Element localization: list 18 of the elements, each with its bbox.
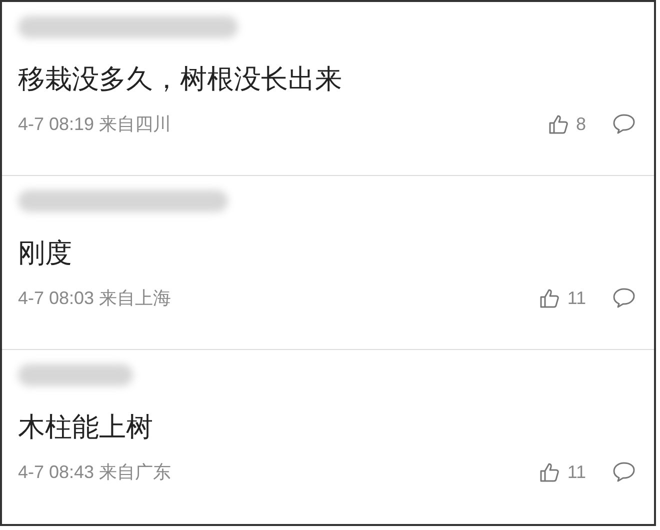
comment-location: 来自上海 bbox=[99, 287, 172, 310]
comment-time: 4-7 08:43 bbox=[18, 462, 94, 482]
comment-time: 4-7 08:03 bbox=[18, 288, 94, 308]
speech-bubble-icon[interactable] bbox=[612, 287, 636, 309]
like-count: 11 bbox=[567, 288, 586, 308]
thumbs-up-icon[interactable] bbox=[539, 461, 562, 483]
comment-text: 木柱能上树 bbox=[18, 411, 154, 444]
thumbs-up-icon[interactable] bbox=[548, 113, 570, 135]
comment-text: 刚度 bbox=[18, 237, 73, 270]
thumbs-up-icon[interactable] bbox=[539, 287, 562, 309]
like-count: 8 bbox=[576, 114, 586, 134]
comment-location: 来自广东 bbox=[99, 461, 172, 484]
like-count: 11 bbox=[567, 462, 586, 482]
speech-bubble-icon[interactable] bbox=[612, 113, 636, 135]
comment-text: 移栽没多久，树根没长出来 bbox=[18, 63, 343, 96]
comment-time: 4-7 08:19 bbox=[18, 114, 94, 134]
speech-bubble-icon[interactable] bbox=[612, 461, 636, 483]
comment-location: 来自四川 bbox=[99, 113, 172, 136]
